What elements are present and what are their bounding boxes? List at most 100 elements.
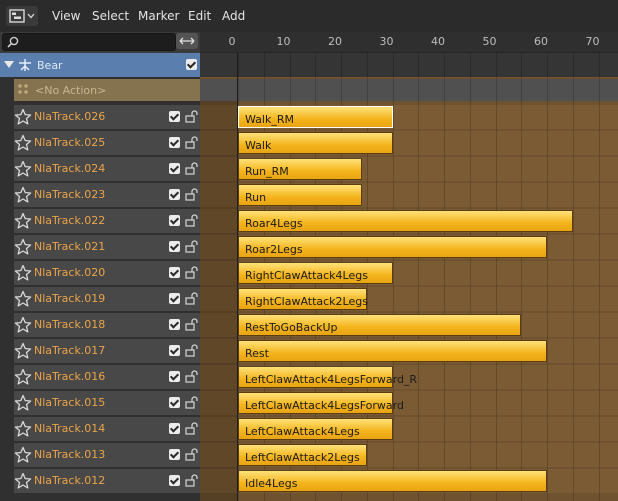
lock-icon[interactable]	[185, 136, 199, 149]
object-channel[interactable]: Bear	[0, 53, 200, 77]
frame-ruler[interactable]: 0 10 20 30 40 50 60 70	[200, 32, 618, 53]
solo-star-icon[interactable]	[14, 368, 32, 386]
menu-edit[interactable]: Edit	[188, 9, 211, 23]
lock-icon[interactable]	[185, 266, 199, 279]
track-mute-checkbox[interactable]	[169, 215, 180, 226]
lock-icon[interactable]	[185, 110, 199, 123]
action-strip[interactable]: RestToGoBackUp	[238, 314, 522, 336]
track-channel[interactable]: NlaTrack.023	[14, 183, 200, 207]
lock-icon[interactable]	[185, 474, 199, 487]
lock-icon[interactable]	[185, 318, 199, 331]
track-mute-checkbox[interactable]	[169, 449, 180, 460]
solo-star-icon[interactable]	[14, 290, 32, 308]
menu-select[interactable]: Select	[92, 9, 129, 23]
action-strip[interactable]: Idle4Legs	[238, 470, 547, 492]
lock-icon[interactable]	[185, 370, 199, 383]
action-line[interactable]: <No Action>	[14, 79, 200, 101]
solo-star-icon[interactable]	[14, 446, 32, 464]
menu-marker[interactable]: Marker	[138, 9, 179, 23]
search-input[interactable]	[2, 33, 176, 51]
solo-star-icon[interactable]	[14, 108, 32, 126]
menu-add[interactable]: Add	[222, 9, 245, 23]
track-mute-checkbox[interactable]	[169, 371, 180, 382]
lock-icon[interactable]	[185, 162, 199, 175]
track-channel[interactable]: NlaTrack.022	[14, 209, 200, 233]
lock-icon[interactable]	[185, 396, 199, 409]
track-channel[interactable]: NlaTrack.012	[14, 469, 200, 493]
solo-star-icon[interactable]	[14, 394, 32, 412]
action-strip[interactable]: LeftClawAttack4LegsForward_R	[238, 366, 417, 388]
header-bar: View Select Marker Edit Add	[0, 0, 618, 32]
action-strip[interactable]: Walk	[238, 132, 393, 154]
lock-icon[interactable]	[185, 344, 199, 357]
action-strip[interactable]: Roar2Legs	[238, 236, 547, 258]
track-mute-checkbox[interactable]	[169, 267, 180, 278]
grid-line	[392, 53, 394, 501]
solo-star-icon[interactable]	[14, 342, 32, 360]
track-mute-checkbox[interactable]	[169, 475, 180, 486]
track-channel[interactable]: NlaTrack.017	[14, 339, 200, 363]
solo-star-icon[interactable]	[14, 212, 32, 230]
swap-direction-button[interactable]	[176, 33, 198, 49]
track-mute-checkbox[interactable]	[169, 241, 180, 252]
solo-star-icon[interactable]	[14, 472, 32, 490]
solo-star-icon[interactable]	[14, 134, 32, 152]
action-strip[interactable]: RightClawAttack4Legs	[238, 262, 393, 284]
action-strip[interactable]: LeftClawAttack4LegsForward	[238, 392, 404, 414]
solo-star-icon[interactable]	[14, 160, 32, 178]
ruler-tick: 40	[431, 35, 445, 48]
track-channel[interactable]: NlaTrack.016	[14, 365, 200, 389]
action-strip[interactable]: Roar4Legs	[238, 210, 573, 232]
action-strip[interactable]: RightClawAttack2Legs	[238, 288, 368, 310]
track-channel[interactable]: NlaTrack.019	[14, 287, 200, 311]
lock-icon[interactable]	[185, 448, 199, 461]
solo-star-icon[interactable]	[14, 420, 32, 438]
track-mute-checkbox[interactable]	[169, 345, 180, 356]
track-name: NlaTrack.026	[34, 110, 106, 123]
track-mute-checkbox[interactable]	[169, 137, 180, 148]
track-mute-checkbox[interactable]	[169, 111, 180, 122]
solo-star-icon[interactable]	[14, 186, 32, 204]
track-channel[interactable]: NlaTrack.015	[14, 391, 200, 415]
action-strip[interactable]: Walk_RM	[238, 106, 393, 128]
editor-type-selector[interactable]	[6, 6, 38, 26]
lock-icon[interactable]	[185, 240, 199, 253]
track-channel[interactable]: NlaTrack.021	[14, 235, 200, 259]
track-mute-checkbox[interactable]	[169, 319, 180, 330]
solo-star-icon[interactable]	[14, 264, 32, 282]
nla-editor-icon	[9, 9, 25, 23]
lock-icon[interactable]	[185, 292, 199, 305]
track-channel[interactable]: NlaTrack.013	[14, 443, 200, 467]
lock-icon[interactable]	[185, 422, 199, 435]
action-strip[interactable]: LeftClawAttack2Legs	[238, 444, 367, 466]
action-strip[interactable]: Run_RM	[238, 158, 362, 180]
track-mute-checkbox[interactable]	[169, 423, 180, 434]
action-strip[interactable]: Run	[238, 184, 362, 206]
lock-icon[interactable]	[185, 188, 199, 201]
track-name: NlaTrack.020	[34, 266, 106, 279]
track-channel[interactable]: NlaTrack.020	[14, 261, 200, 285]
object-enabled-checkbox[interactable]	[186, 59, 197, 70]
track-channel[interactable]: NlaTrack.014	[14, 417, 200, 441]
solo-star-icon[interactable]	[14, 316, 32, 334]
action-strip[interactable]: LeftClawAttack4Legs	[238, 418, 393, 440]
track-mute-checkbox[interactable]	[169, 189, 180, 200]
solo-star-icon[interactable]	[14, 238, 32, 256]
track-channel[interactable]: NlaTrack.024	[14, 157, 200, 181]
track-channel[interactable]: NlaTrack.026	[14, 105, 200, 129]
action-strip[interactable]: Rest	[238, 340, 547, 362]
menu-view[interactable]: View	[52, 9, 80, 23]
track-name: NlaTrack.017	[34, 344, 106, 357]
track-name: NlaTrack.023	[34, 188, 106, 201]
track-mute-checkbox[interactable]	[169, 397, 180, 408]
track-channel[interactable]: NlaTrack.018	[14, 313, 200, 337]
lock-icon[interactable]	[185, 214, 199, 227]
track-name: NlaTrack.014	[34, 422, 106, 435]
track-name: NlaTrack.013	[34, 448, 106, 461]
track-mute-checkbox[interactable]	[169, 293, 180, 304]
expand-triangle-icon[interactable]	[4, 61, 14, 68]
action-label: <No Action>	[35, 84, 107, 97]
track-channel[interactable]: NlaTrack.025	[14, 131, 200, 155]
track-mute-checkbox[interactable]	[169, 163, 180, 174]
nla-timeline[interactable]: Walk_RM Walk Run_RM Run Roar4Legs Roar2Legs Ri…	[200, 53, 618, 501]
